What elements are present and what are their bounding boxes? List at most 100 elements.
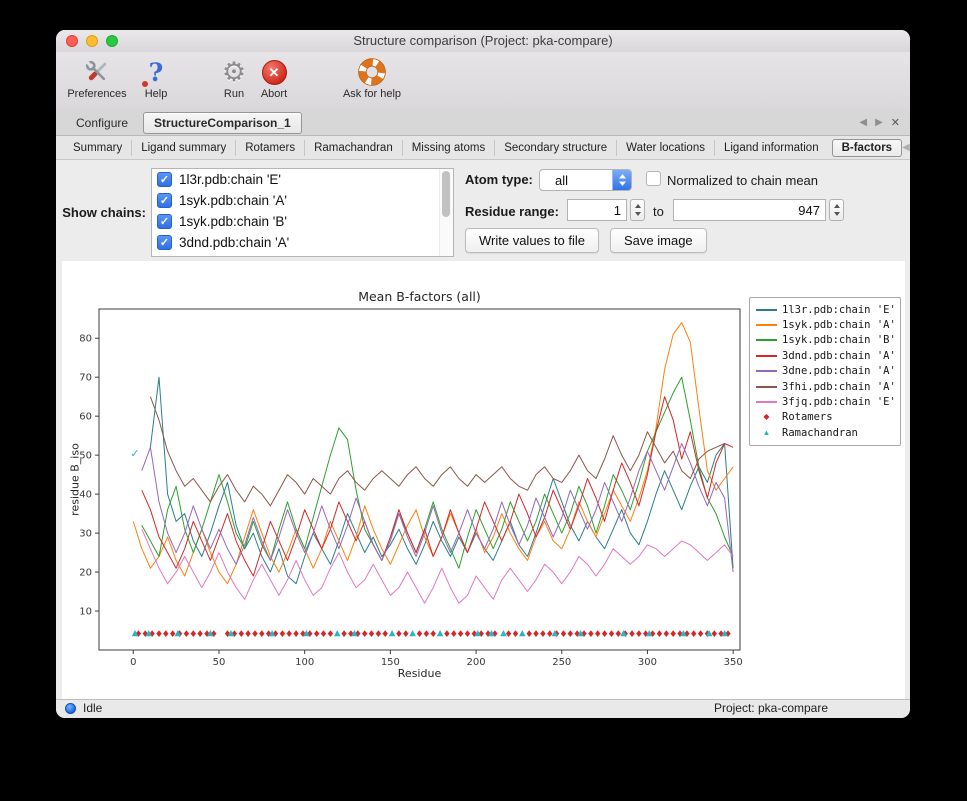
chain-listbox[interactable]: ✓ 1l3r.pdb:chain 'E' ✓ 1syk.pdb:chain 'A' ✓ 1…: [151, 168, 454, 257]
subtab-secondary-structure[interactable]: Secondary structure: [494, 140, 616, 156]
legend-line-swatch: [756, 339, 777, 341]
subtab-b-factors[interactable]: B-factors: [832, 139, 902, 157]
sub-tab-nav: ◀ ▶: [902, 142, 910, 153]
toolbar-item-help[interactable]: ?Help: [138, 56, 174, 100]
chain-label: 1l3r.pdb:chain 'E': [179, 172, 281, 187]
app-window: Structure comparison (Project: pka-compa…: [56, 30, 910, 718]
chart-area: 1020304050607080050100150200250300350✓ M…: [62, 261, 905, 699]
subtab-ligand-summary[interactable]: Ligand summary: [131, 140, 235, 156]
write-values-button[interactable]: Write values to file: [465, 228, 599, 253]
stepper-up-icon[interactable]: [834, 204, 840, 208]
legend-line-swatch: [756, 370, 777, 372]
save-image-button[interactable]: Save image: [610, 228, 707, 253]
legend-line-swatch: [756, 324, 777, 326]
prev-subtab-icon[interactable]: ◀: [902, 142, 910, 153]
residue-range-label: Residue range:: [465, 204, 559, 219]
legend-label: 1l3r.pdb:chain 'E': [782, 304, 896, 316]
to-label: to: [653, 204, 664, 219]
residue-from-input[interactable]: [567, 199, 627, 221]
atom-type-value: all: [540, 173, 612, 188]
legend-label: 3fjq.pdb:chain 'E': [782, 396, 896, 408]
tab-structurecomparison-1[interactable]: StructureComparison_1: [143, 112, 302, 134]
toolbar-item-run[interactable]: ⚙Run: [216, 56, 252, 100]
toolbar-item-label: Help: [138, 88, 174, 100]
subtab-rotamers[interactable]: Rotamers: [235, 140, 304, 156]
dropdown-arrows-icon[interactable]: [612, 170, 631, 190]
x-axis-label: Residue: [99, 667, 740, 680]
residue-to-input[interactable]: [673, 199, 826, 221]
legend-label: Ramachandran: [782, 427, 858, 439]
checked-checkbox-icon[interactable]: ✓: [157, 193, 172, 208]
sub-tab-bar: SummaryLigand summaryRotamersRamachandra…: [56, 136, 910, 160]
chain-list-item[interactable]: ✓ 1syk.pdb:chain 'A': [152, 190, 453, 211]
status-dot-icon: [65, 703, 76, 714]
chain-list-item[interactable]: ✓ 1l3r.pdb:chain 'E': [152, 169, 453, 190]
residue-from-stepper[interactable]: [630, 199, 645, 221]
legend-entry: ▲ Ramachandran: [750, 425, 900, 440]
legend-entry: 3fhi.pdb:chain 'A': [750, 379, 900, 394]
svg-text:70: 70: [79, 373, 92, 384]
stepper-up-icon[interactable]: [635, 204, 641, 208]
toolbar-item-label: Abort: [254, 88, 294, 100]
chain-label: 1syk.pdb:chain 'A': [179, 193, 287, 208]
legend-entry: 3dne.pdb:chain 'A': [750, 364, 900, 379]
legend-label: 1syk.pdb:chain 'B': [782, 334, 896, 346]
zoom-window-button[interactable]: [106, 35, 118, 47]
close-window-button[interactable]: [66, 35, 78, 47]
subtab-ramachandran[interactable]: Ramachandran: [304, 140, 402, 156]
legend-label: 3fhi.pdb:chain 'A': [782, 381, 896, 393]
checked-checkbox-icon[interactable]: ✓: [157, 214, 172, 229]
checked-checkbox-icon[interactable]: ✓: [157, 172, 172, 187]
minimize-window-button[interactable]: [86, 35, 98, 47]
legend-entry: 1syk.pdb:chain 'B': [750, 333, 900, 348]
status-bar: Idle Project: pka-compare: [56, 699, 910, 718]
subtab-missing-atoms[interactable]: Missing atoms: [402, 140, 495, 156]
checked-checkbox-icon[interactable]: ✓: [157, 235, 172, 250]
prev-tab-icon[interactable]: ◀: [859, 117, 867, 128]
close-tab-icon[interactable]: ✕: [891, 116, 900, 129]
toolbar-item-label: Preferences: [64, 88, 130, 100]
tab-configure[interactable]: Configure: [66, 113, 138, 133]
toolbar-item-preferences[interactable]: Preferences: [64, 56, 130, 100]
atom-type-dropdown[interactable]: all: [539, 169, 632, 191]
main-tab-bar: ConfigureStructureComparison_1 ◀ ▶ ✕: [56, 110, 910, 136]
stepper-down-icon[interactable]: [834, 212, 840, 216]
triangle-marker-icon: ▲: [756, 429, 777, 437]
toolbar-item-ask-for-help[interactable]: Ask for help: [334, 56, 410, 100]
scrollbar-thumb[interactable]: [442, 171, 450, 217]
toolbar: Preferences ?Help ⚙Run✕Abort Ask for help: [56, 52, 910, 111]
normalized-label: Normalized to chain mean: [667, 173, 818, 188]
controls-panel: Show chains: ✓ 1l3r.pdb:chain 'E' ✓ 1syk.pd…: [56, 160, 910, 261]
show-chains-label: Show chains:: [56, 205, 146, 220]
chain-list-item[interactable]: ✓ 3dnd.pdb:chain 'A': [152, 232, 453, 253]
residue-to-stepper[interactable]: [829, 199, 844, 221]
chain-list-scrollbar[interactable]: [439, 169, 453, 256]
legend-entry: 3dnd.pdb:chain 'A': [750, 348, 900, 363]
chain-label: 1syk.pdb:chain 'B': [179, 214, 287, 229]
svg-text:20: 20: [79, 568, 92, 579]
abort-icon: ✕: [254, 56, 294, 88]
stepper-down-icon[interactable]: [635, 212, 641, 216]
window-title: Structure comparison (Project: pka-compa…: [56, 30, 910, 52]
legend-line-swatch: [756, 386, 777, 388]
chain-list-item[interactable]: ✓ 1syk.pdb:chain 'B': [152, 211, 453, 232]
toolbar-item-label: Run: [216, 88, 252, 100]
subtab-ligand-information[interactable]: Ligand information: [714, 140, 828, 156]
chain-label: 3dnd.pdb:chain 'A': [179, 235, 289, 250]
legend-line-swatch: [756, 309, 777, 311]
legend-entry: ◆Rotamers: [750, 410, 900, 425]
toolbar-item-label: Ask for help: [334, 88, 410, 100]
tab-nav: ◀ ▶ ✕: [859, 116, 900, 129]
subtab-water-locations[interactable]: Water locations: [616, 140, 714, 156]
titlebar[interactable]: Structure comparison (Project: pka-compa…: [56, 30, 910, 53]
legend-entry: 1l3r.pdb:chain 'E': [750, 302, 900, 317]
subtab-summary[interactable]: Summary: [64, 140, 131, 156]
y-axis-label: residue B_iso: [69, 410, 82, 550]
legend-label: 3dnd.pdb:chain 'A': [782, 350, 896, 362]
svg-text:✓: ✓: [130, 447, 139, 460]
normalized-checkbox[interactable]: [646, 171, 661, 186]
run-gear-icon: ⚙: [216, 56, 252, 88]
next-tab-icon[interactable]: ▶: [875, 117, 883, 128]
toolbar-item-abort[interactable]: ✕Abort: [254, 56, 294, 100]
chart-legend: 1l3r.pdb:chain 'E'1syk.pdb:chain 'A'1syk…: [749, 297, 901, 446]
